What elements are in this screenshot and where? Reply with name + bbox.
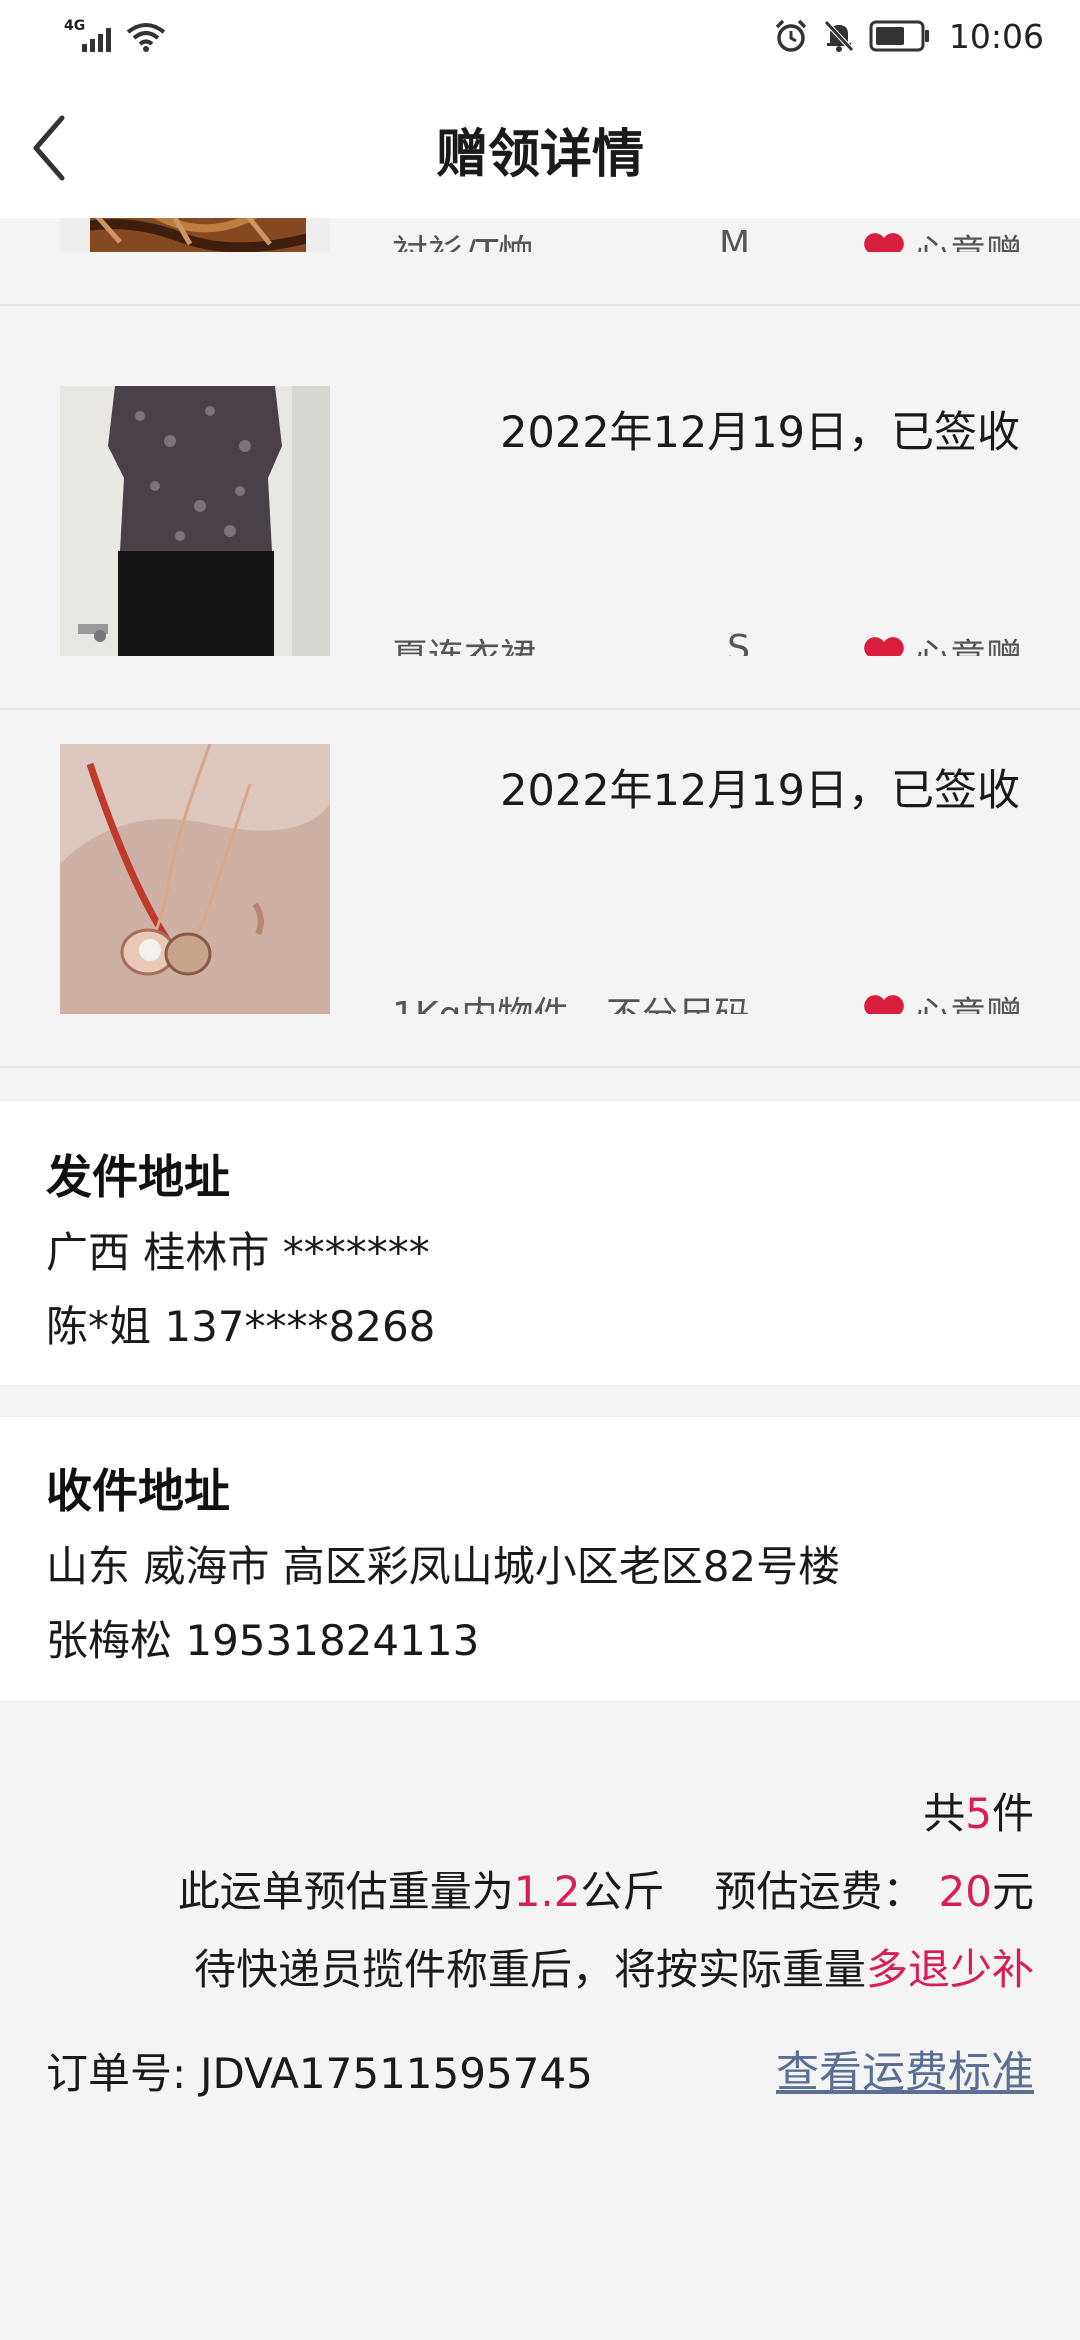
gift-item[interactable]: 2022年12月19日，已签收 1Kg内物件 不分尺码 心意赠 (0, 710, 1080, 1068)
title-bar: 赠领详情 (0, 74, 1080, 218)
gift-meta: 1Kg内物件 不分尺码 心意赠 (392, 976, 1022, 1014)
weight-unit: 公斤 (580, 1867, 665, 1916)
gift-status: 2022年12月19日，已签收 (500, 408, 1020, 458)
gift-tag: 心意赠 (862, 224, 1022, 252)
status-right: 10:06 (773, 16, 1044, 56)
receiver-title: 收件地址 (46, 1464, 230, 1518)
receiver-contact: 张梅松 19531824113 (46, 1616, 480, 1665)
gift-tag-label: 心意赠 (914, 628, 1022, 656)
item-count-suffix: 件 (991, 1789, 1034, 1838)
gift-size: 不分尺码 (606, 986, 750, 1014)
sender-title: 发件地址 (46, 1150, 230, 1204)
order-label: 订单号: (46, 2049, 187, 2098)
note-highlight: 多退少补 (865, 1945, 1034, 1994)
order-value: JDVA17511595745 (200, 2049, 593, 2098)
gift-tag: 心意赠 (862, 628, 1022, 656)
alarm-icon (775, 19, 807, 52)
gift-thumbnail (60, 386, 330, 656)
gift-meta: 衬衫/T恤 M 心意赠 (392, 218, 1022, 252)
pearl-necklace-image (60, 744, 330, 1014)
mute-icon (824, 20, 854, 52)
weight-prefix: 此运单预估重量为 (177, 1867, 514, 1916)
weight-fee-line: 此运单预估重量为1.2公斤 预估运费： 20元 (178, 1858, 1034, 1919)
order-number: 订单号: JDVA17511595745 (46, 2040, 593, 2101)
item-count-prefix: 共 (923, 1789, 966, 1838)
fee-standard-link[interactable]: 查看运费标准 (776, 2038, 1034, 2100)
battery-icon (869, 20, 929, 52)
item-count: 共5件 (923, 1780, 1034, 1841)
sender-contact: 陈*姐 137****8268 (46, 1302, 436, 1351)
gift-name: 衬衫/T恤 (392, 224, 534, 252)
item-count-value: 5 (965, 1789, 992, 1838)
sender-address: 广西 桂林市 ******* (46, 1228, 430, 1277)
gift-thumbnail (60, 218, 330, 252)
gift-tag: 心意赠 (862, 986, 1022, 1014)
gift-meta: 夏连衣裙 S 心意赠 (392, 618, 1022, 656)
fee-unit: 元 (991, 1867, 1034, 1916)
note-prefix: 待快递员揽件称重后，将按实际重量 (193, 1945, 866, 1994)
gift-name: 1Kg内物件 (392, 986, 569, 1014)
sender-address-card: 发件地址 广西 桂林市 ******* 陈*姐 137****8268 (0, 1100, 1080, 1386)
heart-icon (864, 637, 904, 656)
gift-thumbnail (60, 744, 330, 1014)
status-bar: 4G 10:06 (0, 0, 1080, 74)
gift-status: 2022年12月19日，已签收 (500, 766, 1020, 816)
receiver-address-card: 收件地址 山东 威海市 高区彩凤山城小区老区82号楼 张梅松 195318241… (0, 1416, 1080, 1702)
weight-value: 1.2 (513, 1867, 581, 1916)
page-title: 赠领详情 (435, 125, 644, 185)
gift-size: S (727, 628, 750, 656)
brown-blouse-image (60, 218, 330, 252)
wifi-icon (126, 23, 166, 52)
weight-note: 待快递员揽件称重后，将按实际重量多退少补 (194, 1936, 1034, 1997)
heart-icon (864, 233, 904, 252)
gift-item[interactable]: 2022年12月19日，已签收 夏连衣裙 S 心意赠 (0, 352, 1080, 710)
status-time: 10:06 (948, 16, 1044, 56)
heart-icon (864, 995, 904, 1014)
shipping-summary: 共5件 此运单预估重量为1.2公斤 预估运费： 20元 待快递员揽件称重后，将按实际… (0, 1700, 1080, 2340)
gift-list[interactable]: 衬衫/T恤 M 心意赠 (0, 218, 1080, 1100)
gift-tag-label: 心意赠 (914, 224, 1022, 252)
fee-label: 预估运费： (714, 1867, 925, 1916)
black-dress-image (60, 386, 330, 656)
gift-item[interactable]: 衬衫/T恤 M 心意赠 (0, 218, 1080, 306)
gift-name: 夏连衣裙 (392, 628, 536, 656)
signal-icon (82, 28, 111, 52)
gift-size: M (718, 224, 750, 252)
fee-value: 20 (938, 1867, 992, 1916)
receiver-address: 山东 威海市 高区彩凤山城小区老区82号楼 (46, 1542, 841, 1591)
gift-tag-label: 心意赠 (914, 986, 1022, 1014)
